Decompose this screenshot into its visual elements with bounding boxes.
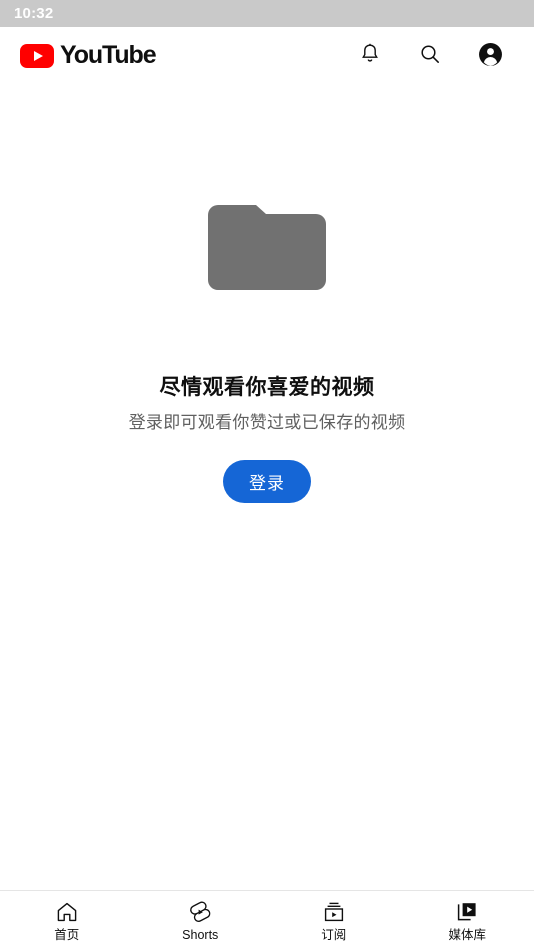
folder-icon [208,197,326,290]
app-header: YouTube [0,27,534,84]
library-icon [455,900,479,924]
nav-item-home[interactable]: 首页 [0,891,134,948]
bottom-navigation-bar: 首页 Shorts 订阅 媒体库 [0,890,534,948]
search-icon [418,42,442,69]
nav-label-shorts: Shorts [182,927,219,942]
search-button[interactable] [416,42,444,70]
nav-label-library: 媒体库 [448,927,486,942]
header-actions [356,42,518,70]
notifications-button[interactable] [356,42,384,70]
account-button[interactable] [476,42,504,70]
status-bar: 10:32 [0,0,534,27]
subscriptions-icon [322,900,346,924]
shorts-icon [188,900,212,924]
nav-item-library[interactable]: 媒体库 [401,891,534,948]
youtube-play-icon [20,43,54,68]
account-circle-icon [478,42,503,70]
empty-state-subtitle: 登录即可观看你赞过或已保存的视频 [128,413,406,432]
sign-in-button[interactable]: 登录 [223,460,311,503]
bell-icon [358,42,382,69]
home-icon [55,900,79,924]
status-bar-clock: 10:32 [14,5,54,22]
youtube-logo[interactable]: YouTube [20,41,157,70]
youtube-wordmark: YouTube [60,41,157,69]
empty-state-title: 尽情观看你喜爱的视频 [159,376,375,399]
nav-label-home: 首页 [54,927,80,942]
empty-state-main: 尽情观看你喜爱的视频 登录即可观看你赞过或已保存的视频 登录 [0,84,534,890]
nav-label-subscriptions: 订阅 [321,927,347,942]
nav-item-subscriptions[interactable]: 订阅 [267,891,401,948]
nav-item-shorts[interactable]: Shorts [134,891,268,948]
